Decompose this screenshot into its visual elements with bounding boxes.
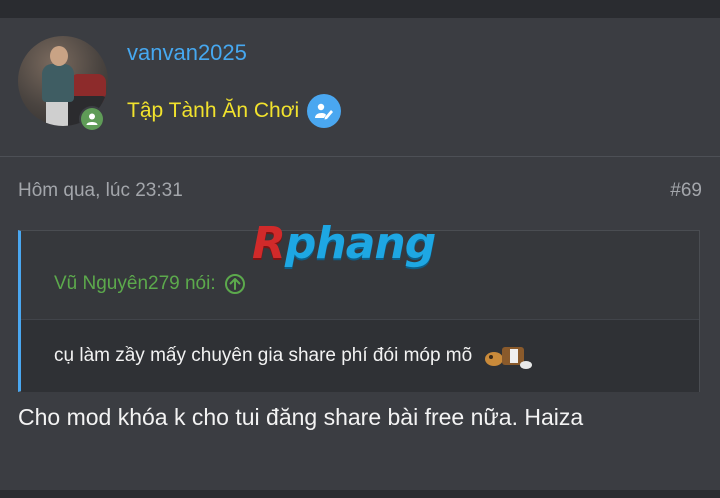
post-author-header: vanvan2025 Tập Tành Ăn Chơi [0,18,720,157]
quote-body: cụ làm zầy mấy chuyên gia share phí đói … [21,320,699,392]
quote-author-link[interactable]: Vũ Nguyên279 nói: [54,273,246,295]
avatar-figure [46,98,68,126]
post-number-link[interactable]: #69 [670,180,702,202]
watermark-text: phang [284,218,436,269]
quote-author-text: Vũ Nguyên279 nói: [54,273,216,294]
arrow-up-circle-icon[interactable] [224,273,246,295]
avatar-figure [42,64,74,102]
online-status-badge [79,106,105,132]
user-title: Tập Tành Ăn Chơi [127,94,342,128]
watermark-letter: R [252,218,286,269]
quote-text-row: cụ làm zầy mấy chuyên gia share phí đói … [54,339,534,373]
post-message: Cho mod khóa k cho tui đăng share bài fr… [18,404,584,430]
verified-writer-icon[interactable] [307,94,342,128]
username-link[interactable]: vanvan2025 [127,40,247,66]
user-title-text: Tập Tành Ăn Chơi [127,99,300,122]
site-watermark-logo: Rphang [252,218,436,269]
sticker-emoji-icon [482,339,534,373]
avatar-figure [50,46,68,66]
post-timestamp-link[interactable]: Hôm qua, lúc 23:31 [18,180,183,201]
quote-text: cụ làm zầy mấy chuyên gia share phí đói … [54,345,473,366]
post-meta: Hôm qua, lúc 23:31 #69 [18,180,702,202]
online-user-icon [81,108,103,130]
